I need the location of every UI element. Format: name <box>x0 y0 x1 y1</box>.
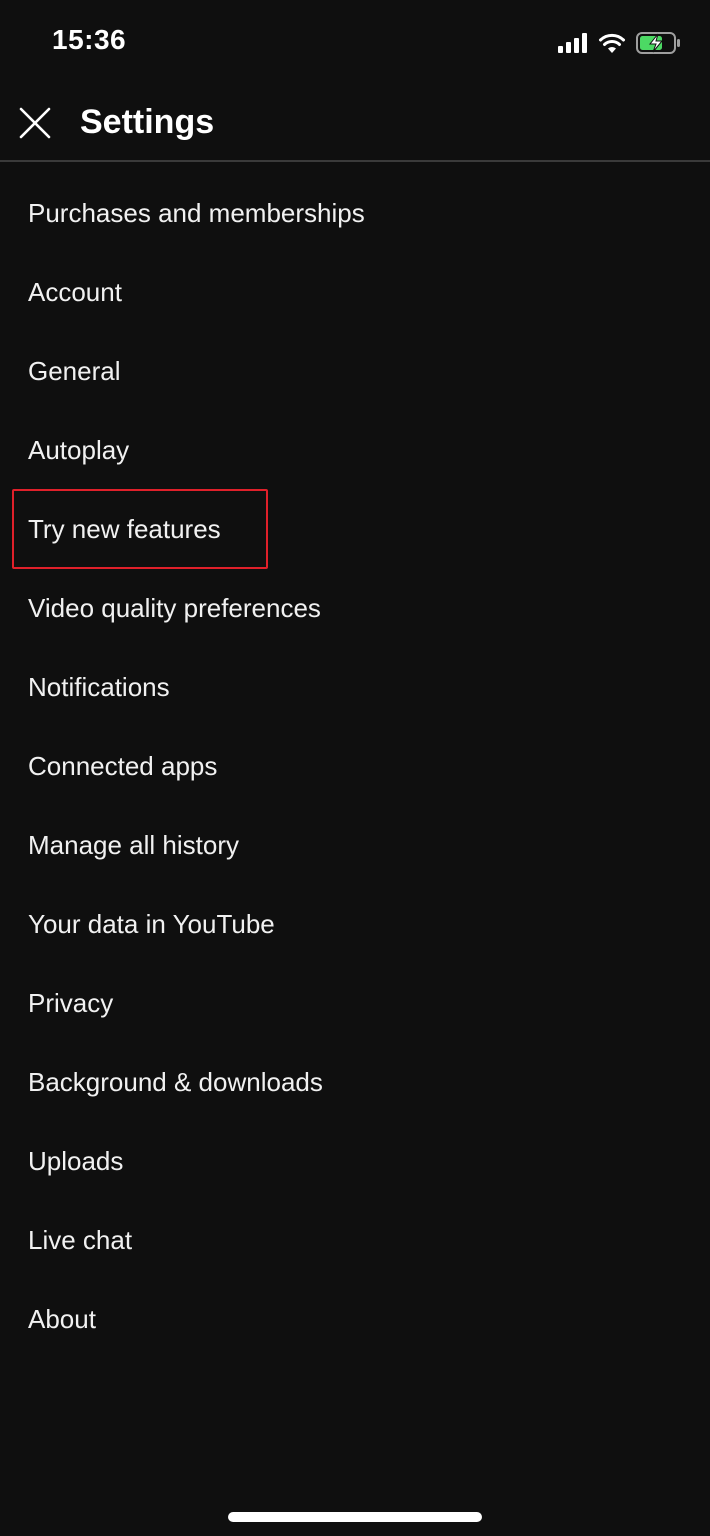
menu-item-account[interactable]: Account <box>0 253 710 332</box>
menu-item-connected-apps[interactable]: Connected apps <box>0 727 710 806</box>
status-time: 15:36 <box>52 24 127 55</box>
wifi-icon <box>599 33 625 53</box>
menu-item-general[interactable]: General <box>0 332 710 411</box>
menu-item-manage-all-history[interactable]: Manage all history <box>0 806 710 885</box>
status-bar: 15:36 <box>0 0 710 86</box>
menu-item-video-quality-preferences[interactable]: Video quality preferences <box>0 569 710 648</box>
menu-item-your-data-in-youtube[interactable]: Your data in YouTube <box>0 885 710 964</box>
close-button[interactable] <box>12 100 58 146</box>
settings-menu: Purchases and memberships Account Genera… <box>0 174 710 1359</box>
page-title: Settings <box>80 103 215 141</box>
battery-charging-icon <box>636 32 680 54</box>
menu-item-background-and-downloads[interactable]: Background & downloads <box>0 1043 710 1122</box>
menu-item-purchases-and-memberships[interactable]: Purchases and memberships <box>0 174 710 253</box>
cellular-signal-icon <box>558 33 587 53</box>
menu-item-privacy[interactable]: Privacy <box>0 964 710 1043</box>
settings-header: Settings <box>0 86 710 162</box>
menu-item-uploads[interactable]: Uploads <box>0 1122 710 1201</box>
menu-item-notifications[interactable]: Notifications <box>0 648 710 727</box>
highlight-box <box>12 489 268 569</box>
menu-item-live-chat[interactable]: Live chat <box>0 1201 710 1280</box>
close-icon <box>19 107 51 139</box>
status-icons <box>558 30 682 56</box>
menu-item-about[interactable]: About <box>0 1280 710 1359</box>
menu-item-autoplay[interactable]: Autoplay <box>0 411 710 490</box>
home-indicator[interactable] <box>228 1512 482 1522</box>
